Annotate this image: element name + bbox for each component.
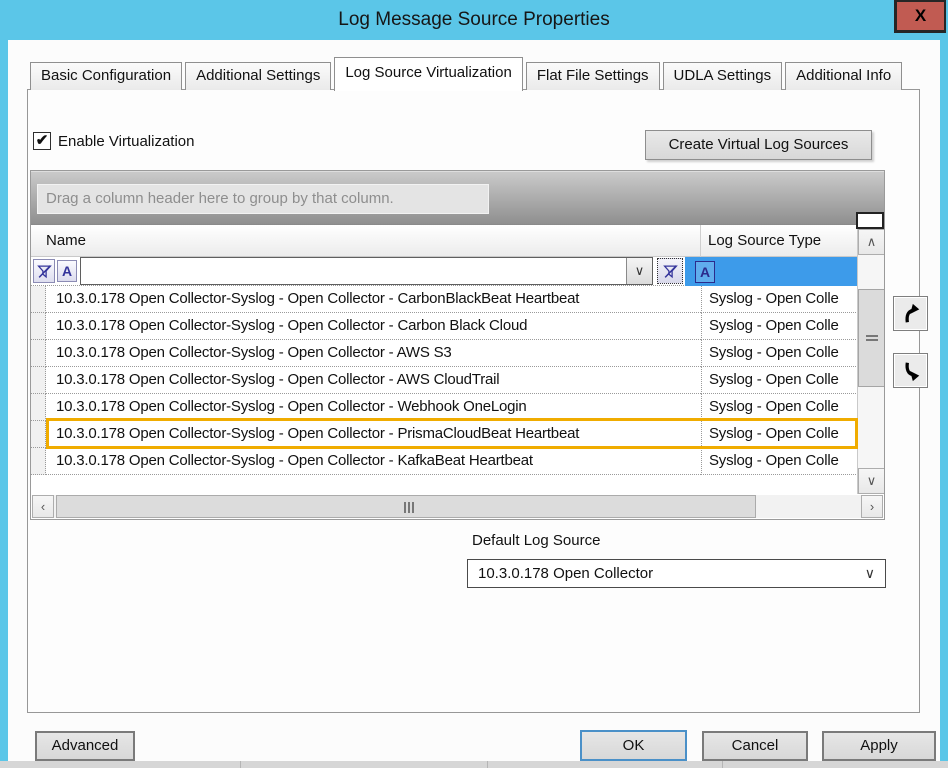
filter-funnel-slash-icon (37, 264, 52, 279)
row-selector[interactable] (31, 421, 46, 448)
table-row[interactable]: 10.3.0.178 Open Collector-Syslog - Open … (31, 448, 858, 475)
strip-divider (240, 761, 241, 768)
table-row[interactable]: 10.3.0.178 Open Collector-Syslog - Open … (31, 340, 858, 367)
desktop-taskbar-strip (0, 761, 948, 768)
window-title: Log Message Source Properties (0, 0, 948, 40)
move-up-icon (900, 303, 922, 325)
row-type-cell: Syslog - Open Colle (701, 313, 858, 340)
move-down-icon (900, 360, 922, 382)
row-selector[interactable] (31, 313, 46, 340)
default-log-source-label: Default Log Source (472, 532, 600, 549)
virtual-log-sources-grid: Drag a column header here to group by th… (30, 170, 885, 520)
column-header-log-source-type[interactable]: Log Source Type (701, 225, 858, 257)
advanced-button[interactable]: Advanced (35, 731, 135, 761)
strip-divider (487, 761, 488, 768)
row-selector[interactable] (31, 394, 46, 421)
scroll-up-icon: ∧ (867, 234, 877, 249)
row-selector[interactable] (31, 286, 46, 313)
horizontal-scrollbar[interactable]: ‹ › (32, 495, 883, 518)
scroll-left-icon: ‹ (41, 499, 45, 514)
combobox-dropdown-icon: ∨ (865, 560, 875, 587)
cancel-button[interactable]: Cancel (702, 731, 808, 761)
match-case-icon[interactable]: A (57, 260, 77, 282)
close-button[interactable]: X (894, 0, 946, 33)
apply-button[interactable]: Apply (822, 731, 936, 761)
scroll-down-button[interactable]: ∨ (858, 468, 885, 494)
grid-header-row: Name Log Source Type (31, 225, 884, 257)
filter-dropdown-icon[interactable]: ∨ (626, 258, 652, 284)
tab-flat-file-settings[interactable]: Flat File Settings (526, 62, 660, 90)
filter-icon[interactable] (33, 259, 55, 283)
vertical-scrollbar[interactable]: ∧ ∨ (857, 229, 884, 494)
thumb-grip-icon (404, 502, 414, 513)
table-row-selected[interactable]: 10.3.0.178 Open Collector-Syslog - Open … (31, 421, 858, 448)
thumb-grip-icon (866, 335, 878, 343)
tab-udla-settings[interactable]: UDLA Settings (663, 62, 783, 90)
row-name-cell: 10.3.0.178 Open Collector-Syslog - Open … (46, 367, 701, 394)
ok-button[interactable]: OK (580, 730, 687, 761)
default-log-source-value: 10.3.0.178 Open Collector (478, 565, 653, 582)
row-selector[interactable] (31, 340, 46, 367)
move-row-up-button[interactable] (893, 296, 928, 331)
row-type-cell: Syslog - Open Colle (701, 394, 858, 421)
enable-virtualization-checkbox[interactable]: ✔ (33, 132, 51, 150)
check-icon: ✔ (36, 132, 49, 149)
match-case-icon[interactable]: A (695, 261, 715, 283)
type-filter-input-active[interactable]: A (685, 257, 858, 286)
scroll-right-icon: › (870, 499, 874, 514)
row-selector[interactable] (31, 367, 46, 394)
row-name-cell: 10.3.0.178 Open Collector-Syslog - Open … (46, 448, 701, 475)
grid-filter-row: A ∨ A (31, 257, 884, 286)
tab-additional-info[interactable]: Additional Info (785, 62, 902, 90)
row-type-cell: Syslog - Open Colle (701, 448, 858, 475)
scroll-up-button[interactable]: ∧ (858, 229, 885, 255)
default-log-source-combobox[interactable]: 10.3.0.178 Open Collector ∨ (467, 559, 886, 588)
tab-strip: Basic Configuration Additional Settings … (30, 57, 905, 90)
row-name-cell: 10.3.0.178 Open Collector-Syslog - Open … (46, 313, 701, 340)
tab-basic-configuration[interactable]: Basic Configuration (30, 62, 182, 90)
tab-log-source-virtualization[interactable]: Log Source Virtualization (334, 57, 523, 91)
row-type-cell: Syslog - Open Colle (701, 286, 858, 313)
row-name-cell: 10.3.0.178 Open Collector-Syslog - Open … (46, 421, 701, 448)
enable-virtualization-label: Enable Virtualization (58, 133, 194, 150)
column-header-name[interactable]: Name (31, 225, 701, 257)
table-row[interactable]: 10.3.0.178 Open Collector-Syslog - Open … (31, 394, 858, 421)
table-row[interactable]: 10.3.0.178 Open Collector-Syslog - Open … (31, 286, 858, 313)
group-by-hint: Drag a column header here to group by th… (37, 184, 489, 214)
grid-corner-box (856, 212, 884, 229)
scroll-left-button[interactable]: ‹ (32, 495, 54, 518)
filter-funnel-slash-icon (663, 264, 678, 279)
tab-additional-settings[interactable]: Additional Settings (185, 62, 331, 90)
horizontal-scrollbar-thumb[interactable] (56, 495, 756, 518)
scroll-down-icon: ∨ (867, 473, 877, 488)
row-type-cell: Syslog - Open Colle (701, 367, 858, 394)
vertical-scrollbar-thumb[interactable] (858, 289, 885, 387)
row-name-cell: 10.3.0.178 Open Collector-Syslog - Open … (46, 286, 701, 313)
group-by-drop-zone[interactable]: Drag a column header here to group by th… (31, 171, 884, 225)
table-row[interactable]: 10.3.0.178 Open Collector-Syslog - Open … (31, 313, 858, 340)
filter-icon-type-column[interactable] (657, 258, 683, 284)
row-name-cell: 10.3.0.178 Open Collector-Syslog - Open … (46, 394, 701, 421)
strip-divider (722, 761, 723, 768)
table-row[interactable]: 10.3.0.178 Open Collector-Syslog - Open … (31, 367, 858, 394)
row-type-cell: Syslog - Open Colle (701, 421, 858, 448)
create-virtual-log-sources-button[interactable]: Create Virtual Log Sources (645, 130, 872, 160)
row-selector[interactable] (31, 448, 46, 475)
scroll-right-button[interactable]: › (861, 495, 883, 518)
row-name-cell: 10.3.0.178 Open Collector-Syslog - Open … (46, 340, 701, 367)
row-type-cell: Syslog - Open Colle (701, 340, 858, 367)
name-filter-input[interactable]: ∨ (80, 257, 653, 285)
move-row-down-button[interactable] (893, 353, 928, 388)
